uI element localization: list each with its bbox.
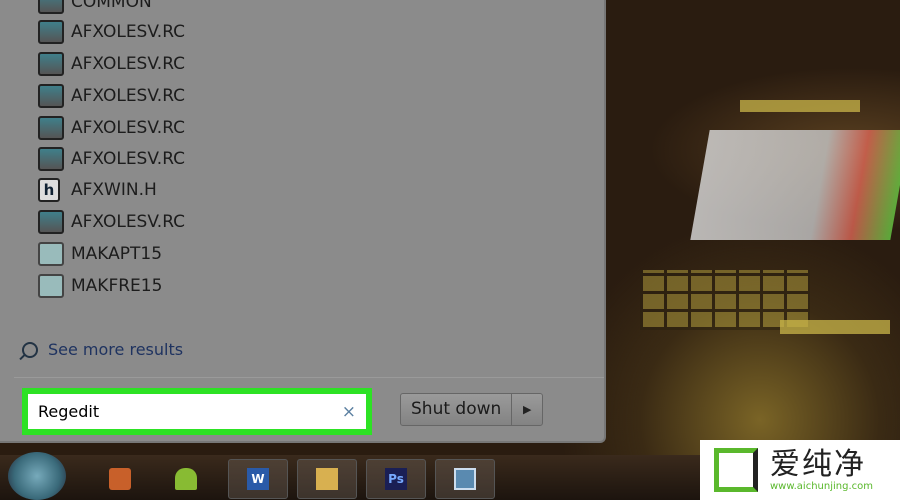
makefile-icon (38, 274, 64, 298)
result-item[interactable]: MAKFRE15 (38, 272, 162, 300)
xampp-icon (109, 468, 131, 490)
result-item[interactable]: AFXOLESV.RC (38, 50, 185, 78)
photoshop-icon: Ps (385, 468, 407, 490)
wallpaper-light (780, 320, 890, 334)
result-label: MAKFRE15 (71, 276, 163, 296)
result-label: AFXOLESV.RC (71, 149, 186, 169)
result-item[interactable]: MAKAPT15 (38, 240, 162, 268)
result-label: COMMON (71, 0, 152, 12)
taskbar-android[interactable] (156, 459, 216, 499)
result-label: AFXWIN.H (71, 180, 157, 200)
result-label: AFXOLESV.RC (71, 54, 186, 74)
result-label: AFXOLESV.RC (71, 22, 186, 42)
magnifier-icon (22, 341, 38, 358)
result-item[interactable]: COMMON (38, 0, 152, 16)
shutdown-options-arrow-icon[interactable]: ▶ (512, 394, 542, 425)
watermark: 爱纯净 www.aichunjing.com (700, 440, 900, 500)
android-icon (175, 468, 197, 490)
word-icon: W (247, 468, 269, 490)
divider (14, 377, 604, 378)
watermark-logo (714, 448, 758, 492)
taskbar-xampp[interactable] (90, 459, 150, 499)
header-file-icon: h (38, 178, 60, 202)
window-icon (454, 468, 476, 490)
start-menu: COMMON AFXOLESV.RC AFXOLESV.RC AFXOLESV.RC A… (0, 0, 606, 443)
taskbar-word[interactable]: W (228, 459, 288, 499)
result-label: AFXOLESV.RC (71, 118, 186, 138)
watermark-url: www.aichunjing.com (770, 480, 873, 492)
common-folder-icon (38, 0, 64, 14)
taskbar-photoshop[interactable]: Ps (366, 459, 426, 499)
resource-file-icon (38, 147, 64, 171)
taskbar-explorer[interactable] (297, 459, 357, 499)
see-more-results-link[interactable]: See more results (22, 340, 183, 359)
wallpaper-light (740, 100, 860, 112)
result-item[interactable]: AFXOLESV.RC (38, 208, 185, 236)
result-item[interactable]: h AFXWIN.H (38, 176, 157, 204)
shutdown-button-group: Shut down ▶ (400, 393, 544, 426)
resource-file-icon (38, 20, 64, 44)
resource-file-icon (38, 84, 64, 108)
wallpaper-screen (690, 130, 900, 240)
result-item[interactable]: AFXOLESV.RC (38, 82, 185, 110)
taskbar-snipping[interactable] (435, 459, 495, 499)
result-item[interactable]: AFXOLESV.RC (38, 114, 185, 142)
resource-file-icon (38, 116, 64, 140)
result-item[interactable]: AFXOLESV.RC (38, 18, 185, 46)
makefile-icon (38, 242, 64, 266)
resource-file-icon (38, 210, 64, 234)
start-button[interactable] (8, 452, 66, 500)
result-label: MAKAPT15 (71, 244, 163, 264)
search-input[interactable] (38, 402, 342, 421)
result-item[interactable]: AFXOLESV.RC (38, 145, 185, 173)
resource-file-icon (38, 52, 64, 76)
search-box[interactable]: × (22, 388, 372, 435)
folder-icon (316, 468, 338, 490)
watermark-name: 爱纯净 (770, 446, 866, 482)
result-label: AFXOLESV.RC (71, 86, 186, 106)
clear-search-icon[interactable]: × (342, 402, 356, 422)
see-more-label: See more results (48, 340, 184, 359)
shutdown-button[interactable]: Shut down (401, 394, 513, 425)
result-label: AFXOLESV.RC (71, 212, 186, 232)
